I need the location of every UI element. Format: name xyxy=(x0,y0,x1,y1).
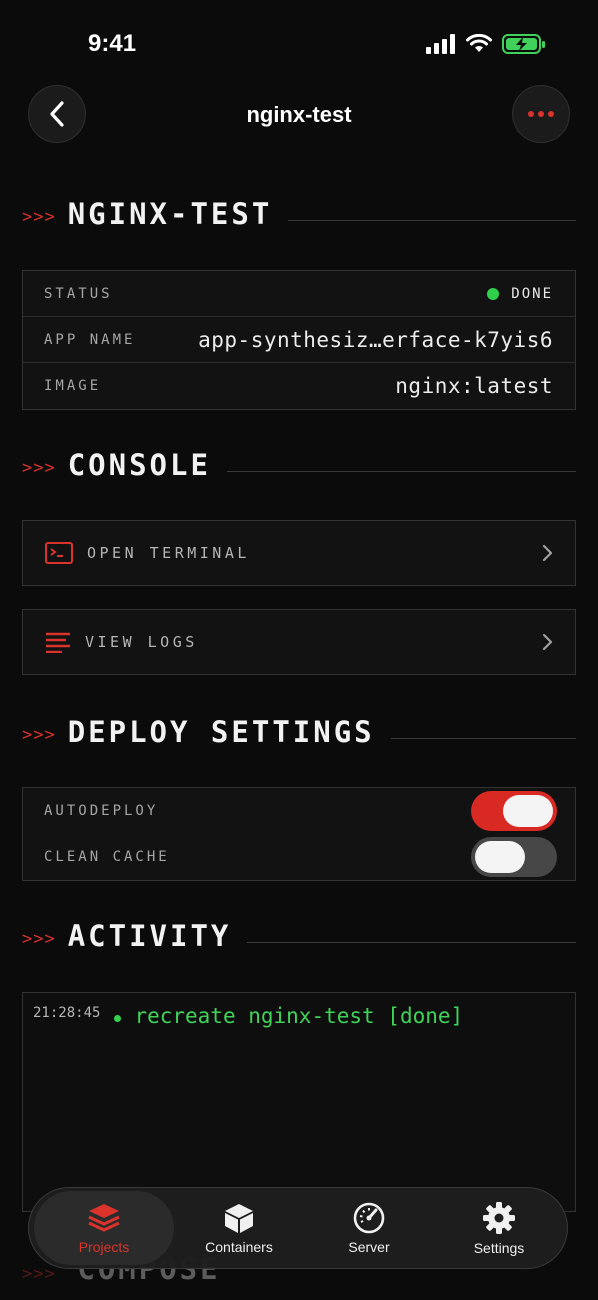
image-label: IMAGE xyxy=(44,378,102,394)
logs-list-icon xyxy=(46,632,70,653)
section-title: CONSOLE xyxy=(67,448,211,482)
clean-cache-label: CLEAN CACHE xyxy=(44,849,170,865)
status-icons xyxy=(426,33,546,55)
log-timestamp: 21:28:45 xyxy=(33,1005,101,1021)
section-chevron: >>> xyxy=(22,929,56,949)
tab-label: Server xyxy=(348,1238,390,1255)
autodeploy-label: AUTODEPLOY xyxy=(44,803,159,819)
gear-icon xyxy=(483,1201,515,1234)
section-title: ACTIVITY xyxy=(67,919,232,953)
tab-label: Projects xyxy=(78,1238,130,1255)
status-row: STATUS DONE xyxy=(23,271,575,317)
section-chevron: >>> xyxy=(22,458,56,478)
more-dots-icon xyxy=(528,111,554,117)
wifi-icon xyxy=(466,34,492,52)
section-title: DEPLOY SETTINGS xyxy=(67,715,375,749)
status-dot-icon xyxy=(487,287,500,300)
section-header-console: >>> CONSOLE xyxy=(22,445,576,485)
tab-bar: Projects Containers Server Settings xyxy=(28,1187,568,1269)
layers-icon xyxy=(88,1203,120,1231)
deploy-settings-panel: AUTODEPLOY CLEAN CACHE xyxy=(22,787,576,881)
app-name-label: APP NAME xyxy=(44,331,136,348)
section-header-activity: >>> ACTIVITY xyxy=(22,916,576,956)
section-title: NGINX-TEST xyxy=(67,197,273,231)
gauge-icon xyxy=(353,1202,385,1233)
view-logs-label: VIEW LOGS xyxy=(85,633,198,651)
log-status-dot-icon xyxy=(114,1015,122,1022)
terminal-icon xyxy=(45,542,73,564)
open-terminal-button[interactable]: OPEN TERMINAL xyxy=(22,520,576,586)
section-divider xyxy=(247,941,576,943)
section-divider xyxy=(226,470,576,472)
project-info-panel: STATUS DONE APP NAME app-synthesiz…erfac… xyxy=(22,270,576,410)
image-value: nginx:latest xyxy=(395,374,553,398)
chevron-right-icon xyxy=(542,633,553,651)
section-header-project: >>> NGINX-TEST xyxy=(22,194,576,234)
status-bar: 9:41 xyxy=(0,0,598,88)
status-time: 9:41 xyxy=(88,30,137,57)
status-label: STATUS xyxy=(44,285,113,302)
status-badge: DONE xyxy=(487,286,553,302)
section-divider xyxy=(288,219,576,221)
activity-log-panel[interactable]: 21:28:45 recreate nginx-test [done] xyxy=(22,992,576,1212)
chevron-right-icon xyxy=(542,544,553,562)
log-message: recreate nginx-test [done] xyxy=(134,1004,464,1028)
view-logs-button[interactable]: VIEW LOGS xyxy=(22,609,576,675)
tab-projects[interactable]: Projects xyxy=(34,1191,174,1265)
battery-charging-icon xyxy=(502,34,545,54)
app-name-row: APP NAME app-synthesiz…erface-k7yis6 xyxy=(23,317,575,363)
status-value: DONE xyxy=(511,285,553,302)
more-options-button[interactable] xyxy=(512,85,570,143)
tab-settings[interactable]: Settings xyxy=(434,1191,564,1265)
page-title: nginx-test xyxy=(246,102,352,127)
tab-containers[interactable]: Containers xyxy=(174,1191,304,1265)
section-divider xyxy=(390,737,576,739)
tab-server[interactable]: Server xyxy=(304,1191,434,1265)
log-entry: 21:28:45 recreate nginx-test [done] xyxy=(33,1004,464,1028)
section-header-deploy: >>> DEPLOY SETTINGS xyxy=(22,712,576,752)
app-name-value: app-synthesiz…erface-k7yis6 xyxy=(198,327,553,352)
tab-label: Containers xyxy=(205,1238,273,1255)
cellular-signal-icon xyxy=(426,34,455,54)
clean-cache-row: CLEAN CACHE xyxy=(23,834,575,880)
clean-cache-toggle[interactable] xyxy=(471,837,557,877)
nav-bar: nginx-test xyxy=(0,84,598,146)
autodeploy-row: AUTODEPLOY xyxy=(23,788,575,834)
open-terminal-label: OPEN TERMINAL xyxy=(87,544,250,562)
box-icon xyxy=(225,1203,253,1233)
toggle-knob xyxy=(503,795,553,827)
autodeploy-toggle[interactable] xyxy=(471,791,557,831)
section-chevron: >>> xyxy=(22,207,56,227)
tab-label: Settings xyxy=(473,1239,525,1256)
section-chevron: >>> xyxy=(22,725,56,745)
toggle-knob xyxy=(475,841,525,873)
image-row: IMAGE nginx:latest xyxy=(23,363,575,409)
